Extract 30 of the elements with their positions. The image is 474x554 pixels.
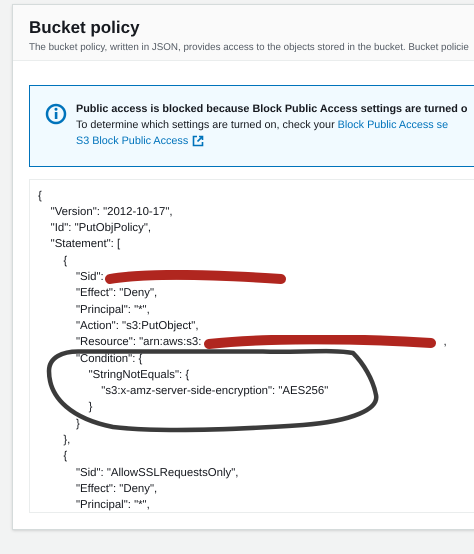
code-line: }, [62, 433, 70, 448]
code-line: "Id": "PutObjPolicy", [50, 221, 152, 236]
code-line: { [62, 449, 68, 464]
code-line: "Version": "2012-10-17", [50, 204, 173, 220]
code-line: { [38, 188, 42, 204]
code-line: "Effect": "Deny", [74, 482, 158, 497]
code-line: "Sid": "AllowSSLRequestsOnly", [74, 466, 238, 481]
settings-link[interactable]: Block Public Access se [338, 119, 448, 131]
code-line: "Action": "s3:PutObject", [74, 318, 199, 334]
code-line: "Effect": "Deny", [74, 286, 158, 302]
external-link-icon [192, 135, 204, 147]
code-line: "Principal": "*", [74, 302, 150, 318]
code-line: "StringNotEquals": { [88, 368, 190, 383]
code-line: "Resource": "arn:aws:s3: [74, 335, 202, 350]
learn-more-link[interactable]: S3 Block Public Access [76, 133, 188, 149]
alert-title: Public access is blocked because Block Public Access settings are turned o [76, 102, 468, 117]
code-line: "Principal": "*", [74, 498, 150, 514]
code-line: , [443, 335, 447, 350]
code-line: } [88, 400, 92, 416]
code-line: "s3:x-amz-server-side-encryption": "AES256" [100, 384, 328, 400]
code-line: "Sid": [74, 270, 104, 286]
policy-editor[interactable] [29, 179, 474, 513]
code-line: { [62, 254, 68, 269]
code-line: } [74, 416, 80, 432]
code-line: "Statement": [ [50, 237, 120, 252]
panel-description: The bucket policy, written in JSON, provides access to the objects stored in the bucket. Bucket policie [29, 41, 469, 55]
panel-title: Bucket policy [29, 17, 140, 39]
code-line: "Condition": { [74, 352, 142, 367]
info-icon [45, 103, 67, 125]
alert-text: To determine which settings are turned on, check your Block Public Access se [76, 118, 448, 133]
